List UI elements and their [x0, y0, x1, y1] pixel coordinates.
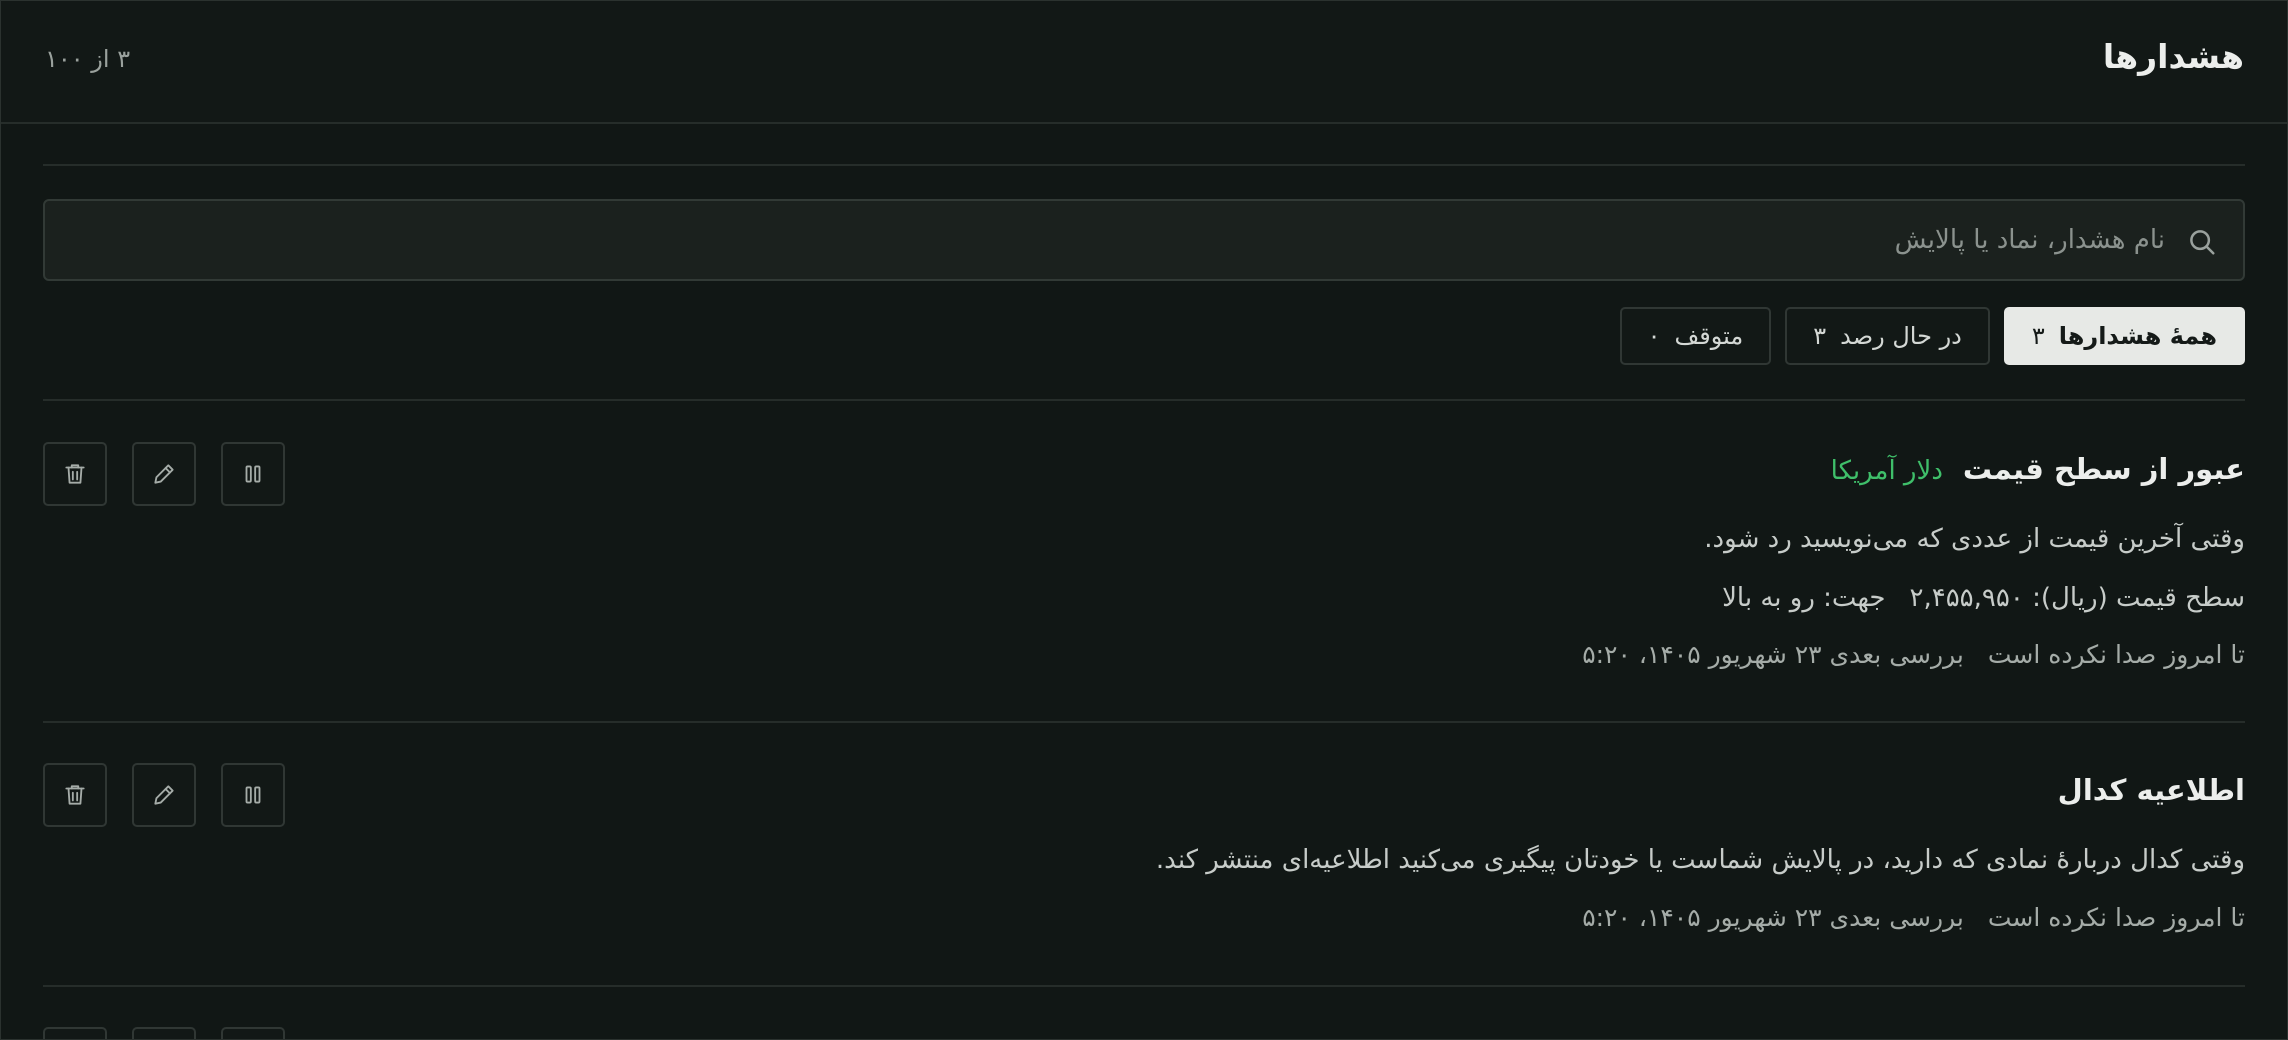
search-icon — [2190, 230, 2215, 255]
trash-icon — [65, 464, 85, 484]
tab-label: همهٔ هشدارها — [2058, 322, 2217, 350]
page-title: هشدارها — [2102, 37, 2244, 76]
alert-item: اطلاعیه کدال وقتی کدال دربارهٔ نمادی که … — [43, 763, 2245, 953]
delete-button[interactable] — [43, 1027, 107, 1039]
pencil-icon — [154, 785, 174, 805]
tab-paused[interactable]: متوقف ۰ — [1619, 307, 1772, 365]
pause-icon — [245, 465, 261, 483]
alerts-panel: هشدارها ۳ از ۱۰۰ همهٔ هشدارها ۳ در حال ر… — [0, 0, 2288, 1040]
alert-symbol[interactable]: دلار آمریکا — [1831, 456, 1943, 486]
status-text: تا امروز صدا نکرده است — [1987, 640, 2245, 669]
divider — [43, 399, 2245, 401]
alert-description: وقتی کدال دربارهٔ نمادی که دارید، در پال… — [1155, 845, 2245, 875]
tab-label: متوقف — [1674, 322, 1744, 350]
alert-item: عبور از سطح قیمت دلار آمریکا وقتی آخرین … — [43, 442, 2245, 682]
trash-icon — [65, 785, 85, 805]
alert-status: تا امروز صدا نکرده است بررسی بعدی ۲۳ شهری… — [1582, 640, 2245, 669]
alert-actions — [43, 442, 285, 506]
edit-button[interactable] — [132, 763, 196, 827]
filter-tabs: همهٔ هشدارها ۳ در حال رصد ۳ متوقف ۰ — [1619, 307, 2245, 365]
alert-count: ۳ از ۱۰۰ — [45, 45, 131, 73]
alert-name: عبور از سطح قیمت — [1962, 452, 2245, 486]
pause-icon — [245, 786, 261, 804]
divider — [43, 164, 2245, 166]
tab-label: در حال رصد — [1840, 322, 1962, 350]
delete-button[interactable] — [43, 442, 107, 506]
pencil-icon — [154, 464, 174, 484]
alert-name: اطلاعیه کدال — [2057, 773, 2245, 807]
direction: جهت: رو به بالا — [1722, 583, 1886, 613]
alert-status: تا امروز صدا نکرده است بررسی بعدی ۲۳ شهری… — [1582, 903, 2245, 932]
tab-count: ۰ — [1647, 322, 1661, 350]
pause-button[interactable] — [221, 763, 285, 827]
pause-button[interactable] — [221, 1027, 285, 1039]
tab-count: ۳ — [1813, 322, 1827, 350]
alert-heading: عبور از سطح قیمت دلار آمریکا — [1831, 452, 2245, 486]
edit-button[interactable] — [132, 442, 196, 506]
divider — [43, 985, 2245, 987]
alert-actions — [43, 1027, 285, 1039]
panel-header: هشدارها ۳ از ۱۰۰ — [1, 1, 2287, 124]
tab-watching[interactable]: در حال رصد ۳ — [1785, 307, 1990, 365]
pause-button[interactable] — [221, 442, 285, 506]
next-check: بررسی بعدی ۲۳ شهریور ۱۴۰۵، ۵:۲۰ — [1582, 903, 1964, 932]
divider — [43, 721, 2245, 723]
search-box[interactable] — [43, 199, 2245, 281]
alert-heading: اطلاعیه کدال — [2058, 773, 2245, 807]
alert-actions — [43, 763, 285, 827]
alert-params: سطح قیمت (ریال): ۲,۴۵۵,۹۵۰ جهت: رو به بال… — [1722, 583, 2245, 613]
status-text: تا امروز صدا نکرده است — [1987, 903, 2245, 932]
search-input[interactable] — [45, 201, 2243, 279]
tab-count: ۳ — [2031, 322, 2045, 350]
alert-description: وقتی آخرین قیمت از عددی که می‌نویسید رد … — [1704, 524, 2245, 554]
edit-button[interactable] — [132, 1027, 196, 1039]
next-check: بررسی بعدی ۲۳ شهریور ۱۴۰۵، ۵:۲۰ — [1582, 640, 1964, 669]
price-level: سطح قیمت (ریال): ۲,۴۵۵,۹۵۰ — [1909, 583, 2245, 613]
tab-all-alerts[interactable]: همهٔ هشدارها ۳ — [2003, 307, 2245, 365]
delete-button[interactable] — [43, 763, 107, 827]
alert-item — [43, 1027, 2245, 1039]
